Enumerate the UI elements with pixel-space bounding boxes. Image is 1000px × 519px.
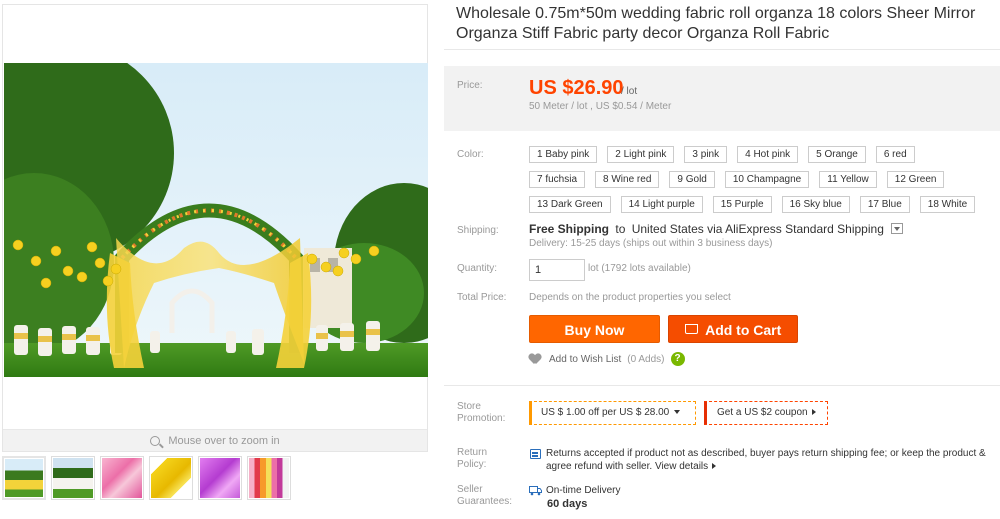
color-option[interactable]: 3 pink [684, 146, 728, 163]
color-option[interactable]: 6 red [875, 146, 915, 163]
zoom-hint-bar: Mouse over to zoom in [3, 429, 427, 451]
magnifier-icon [150, 435, 161, 446]
delivery-estimate: Delivery: 15-25 days (ships out within 3… [529, 238, 773, 249]
main-product-image[interactable] [4, 63, 428, 377]
color-option[interactable]: 8 Wine red [595, 171, 660, 188]
thumbnail-4[interactable] [149, 456, 193, 500]
thumbnail-strip [2, 456, 291, 500]
price-label: Price: [457, 80, 483, 91]
shipping-destination[interactable]: United States via AliExpress Standard Sh… [632, 222, 884, 236]
price-unit: / lot [621, 86, 638, 97]
buy-now-button[interactable]: Buy Now [529, 315, 660, 343]
quantity-input[interactable] [529, 259, 585, 281]
color-option[interactable]: 11 Yellow [819, 171, 877, 188]
quantity-available: lot (1792 lots available) [588, 263, 691, 274]
thumbnail-5[interactable] [198, 456, 242, 500]
product-title: Wholesale 0.75m*50m wedding fabric roll … [456, 5, 976, 42]
color-option[interactable]: 16 Sky blue [781, 196, 850, 213]
return-policy-body: Returns accepted if product not as descr… [546, 448, 986, 472]
add-to-wish-list-link[interactable]: Add to Wish List [549, 354, 621, 365]
seller-guarantees-label: Seller Guarantees: [457, 484, 513, 507]
return-policy-icon [530, 449, 541, 459]
color-option[interactable]: 7 fuchsia [529, 171, 586, 188]
wish-count: (0 Adds) [627, 353, 665, 365]
total-price-label: Total Price: [457, 292, 507, 303]
color-label: Color: [457, 149, 484, 160]
title-divider [444, 49, 1000, 50]
discount-text: US $ 1.00 off per US $ 28.00 [541, 407, 670, 418]
chevron-right-icon [712, 463, 717, 470]
wish-list-row: Add to Wish List (0 Adds) ? [529, 352, 685, 366]
cart-icon [684, 324, 698, 335]
color-option[interactable]: 14 Light purple [620, 196, 703, 213]
buy-now-label: Buy Now [564, 322, 625, 338]
shipping-label: Shipping: [457, 225, 499, 236]
zoom-hint-text: Mouse over to zoom in [168, 434, 280, 447]
thumbnail-6[interactable] [247, 456, 291, 500]
color-option[interactable]: 10 Champagne [724, 171, 810, 188]
store-discount-offer[interactable]: US $ 1.00 off per US $ 28.00 [529, 401, 696, 425]
guarantee-days: 60 days [547, 498, 588, 510]
color-row-3: 13 Dark Green 14 Light purple 15 Purple … [529, 196, 999, 213]
view-details-link[interactable]: View details [655, 461, 708, 472]
free-shipping-text: Free Shipping [529, 222, 610, 236]
return-policy-text: Returns accepted if product not as descr… [546, 447, 986, 473]
chevron-right-icon [811, 409, 816, 416]
fabric-multi-icon [249, 458, 289, 498]
shipping-to: to [615, 222, 626, 236]
section-divider [444, 385, 1000, 386]
color-option[interactable]: 5 Orange [808, 146, 866, 163]
shipping-dropdown-icon[interactable] [891, 223, 904, 235]
chevron-down-icon [674, 410, 681, 415]
heart-icon[interactable] [529, 354, 541, 365]
price-per-meter: 50 Meter / lot , US $0.54 / Meter [529, 101, 672, 112]
fabric-purple-icon [200, 458, 240, 498]
fabric-pink-icon [102, 458, 142, 498]
store-promotion-label: Store Promotion: [457, 401, 506, 424]
price-panel: Price: US $26.90 / lot 50 Meter / lot , … [444, 66, 1000, 131]
thumbnail-3[interactable] [100, 456, 144, 500]
coupon-offer[interactable]: Get a US $2 coupon [704, 401, 828, 425]
add-to-cart-label: Add to Cart [705, 322, 782, 338]
color-option[interactable]: 15 Purple [712, 196, 772, 213]
on-time-delivery-text: On-time Delivery [546, 485, 621, 496]
total-price-value: Depends on the product properties you se… [529, 292, 731, 303]
quantity-label: Quantity: [457, 263, 498, 274]
color-option[interactable]: 17 Blue [859, 196, 910, 213]
color-option[interactable]: 13 Dark Green [529, 196, 611, 213]
arch-white-icon [53, 458, 93, 498]
product-gallery: Mouse over to zoom in [2, 4, 428, 452]
color-option[interactable]: 12 Green [886, 171, 945, 188]
return-policy-label: Return Policy: [457, 447, 488, 470]
color-option[interactable]: 9 Gold [669, 171, 715, 188]
color-option[interactable]: 18 White [919, 196, 976, 213]
thumbnail-2[interactable] [51, 456, 95, 500]
color-options: 1 Baby pink 2 Light pink 3 pink 4 Hot pi… [529, 146, 999, 221]
fabric-yellow-icon [151, 458, 191, 498]
color-row-1: 1 Baby pink 2 Light pink 3 pink 4 Hot pi… [529, 146, 999, 163]
thumbnail-1[interactable] [2, 456, 46, 500]
color-option[interactable]: 2 Light pink [607, 146, 675, 163]
arch-yellow-icon [5, 459, 43, 497]
delivery-truck-icon [529, 486, 542, 496]
wedding-arch-photo [4, 63, 428, 377]
color-option[interactable]: 4 Hot pink [737, 146, 799, 163]
price-amount: US $26.90 [529, 77, 624, 99]
shipping-summary: Free Shipping to United States via AliEx… [529, 222, 904, 236]
color-option[interactable]: 1 Baby pink [529, 146, 598, 163]
color-row-2: 7 fuchsia 8 Wine red 9 Gold 10 Champagne… [529, 171, 999, 188]
add-to-cart-button[interactable]: Add to Cart [668, 315, 798, 343]
help-icon[interactable]: ? [670, 352, 685, 366]
coupon-text: Get a US $2 coupon [717, 407, 808, 418]
